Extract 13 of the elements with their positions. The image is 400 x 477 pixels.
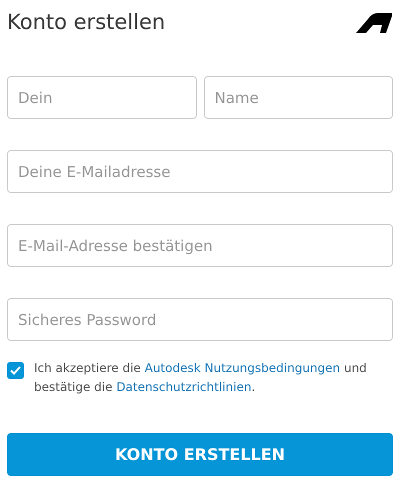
consent-link[interactable]: Autodesk Nutzungsbedingungen: [144, 361, 340, 375]
input-field[interactable]: Deine E-Mailadresse: [7, 150, 393, 193]
checkmark-icon: [10, 366, 21, 375]
consent-checkbox[interactable]: [7, 362, 24, 379]
logo-icon: [356, 13, 392, 33]
submit-button[interactable]: KONTO ERSTELLEN: [7, 433, 393, 476]
input-field[interactable]: E-Mail-Adresse bestätigen: [7, 224, 393, 267]
input-field[interactable]: Name: [204, 76, 393, 119]
consent-link[interactable]: Datenschutzrichtlinien: [116, 380, 252, 394]
input-field[interactable]: Dein: [7, 76, 196, 119]
input-field[interactable]: Sicheres Password: [7, 298, 393, 341]
consent-text: Ich akzeptiere die Autodesk Nutzungsbedingungen und bestätige die Datenschutzrichtlinien.: [34, 360, 368, 396]
page-title: Konto erstellen: [7, 9, 166, 36]
